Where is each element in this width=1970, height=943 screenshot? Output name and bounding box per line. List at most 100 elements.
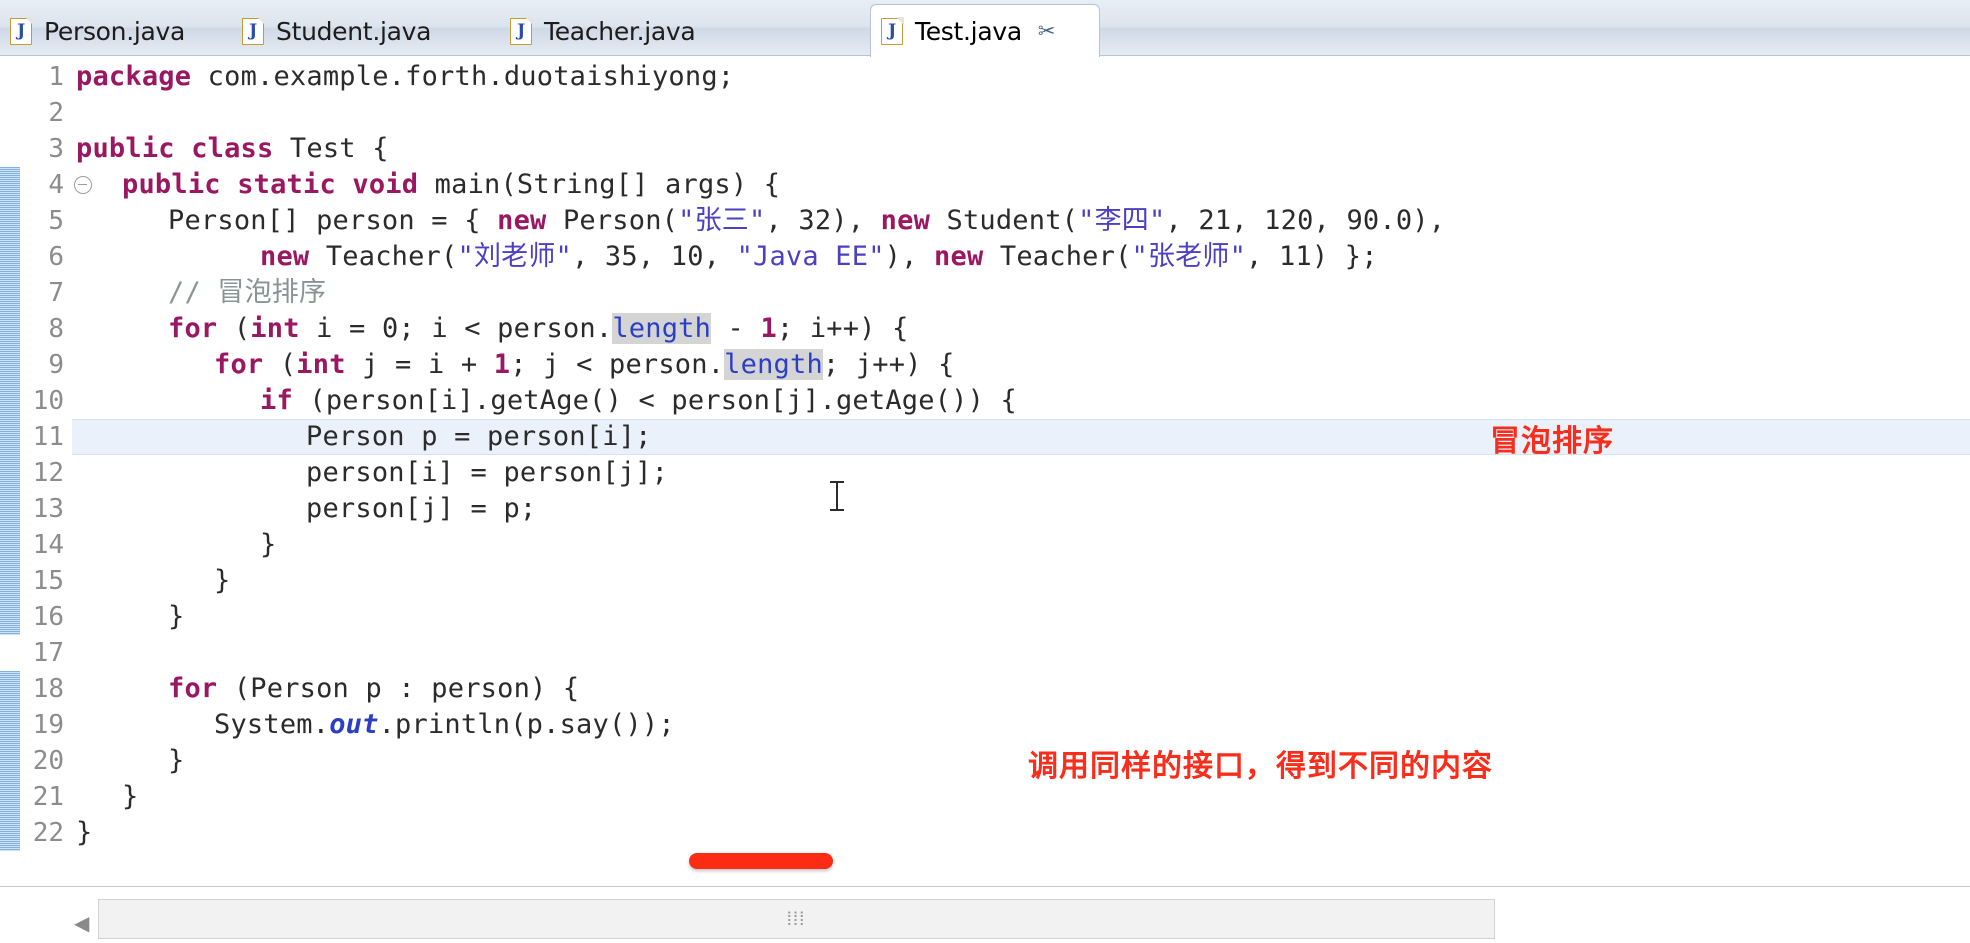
close-icon[interactable]: ✂	[1038, 19, 1056, 43]
java-file-icon: J	[881, 16, 904, 45]
code-line[interactable]: for (Person p : person) {	[168, 671, 579, 707]
code-token: i = 0; i < person.	[316, 313, 613, 344]
code-editor[interactable]: 1 2 3 4 5 6 7 8 9 10 11 12 13 14 15 16 17 18 19 20 21 22 pack…	[0, 56, 1970, 886]
editor-bottom-bar: ◀ ⦙⦙⦙	[0, 886, 1970, 943]
code-line[interactable]: Person[] person = { new Person("张三", 32)…	[168, 203, 1445, 239]
code-fold-collapse-icon[interactable]	[74, 176, 92, 194]
line-number: 19	[32, 710, 64, 740]
code-token: }	[76, 817, 93, 848]
editor-tab-student-java[interactable]: J Student.java	[232, 6, 472, 56]
editor-tab-person-java[interactable]: J Person.java	[0, 6, 230, 56]
java-file-icon: J	[242, 16, 265, 45]
line-number: 20	[32, 746, 64, 776]
line-number: 16	[32, 602, 64, 632]
code-token: -	[711, 313, 761, 344]
code-token: System.	[214, 709, 330, 740]
code-token: ; i++) {	[776, 313, 909, 344]
editor-tab-label: Teacher.java	[544, 16, 696, 46]
code-line[interactable]: for (int j = i + 1; j < person.length; j…	[214, 347, 955, 383]
code-token: }	[122, 781, 139, 812]
editor-tab-teacher-java[interactable]: J Teacher.java	[500, 6, 745, 56]
code-token: int	[250, 313, 317, 344]
line-number: 6	[48, 242, 64, 272]
code-token: com.example.forth.duotaishiyong;	[207, 61, 735, 92]
scroll-left-arrow-icon[interactable]: ◀	[74, 911, 89, 935]
code-token: Person p = person[i];	[306, 421, 652, 452]
line-number: 3	[48, 134, 64, 164]
red-underline-highlight	[689, 853, 833, 869]
code-line[interactable]: }	[168, 599, 184, 635]
code-text-area[interactable]: package com.example.forth.duotaishiyong;…	[72, 56, 1970, 886]
code-token: length	[612, 313, 712, 344]
code-line[interactable]: new Teacher("刘老师", 35, 10, "Java EE"), n…	[260, 239, 1378, 275]
code-line[interactable]: package com.example.forth.duotaishiyong;	[76, 59, 734, 95]
code-token: new	[934, 241, 1000, 272]
code-token: }	[168, 601, 185, 632]
code-token: if	[260, 385, 310, 416]
code-token: "刘老师"	[457, 241, 572, 272]
code-token: length	[724, 349, 823, 380]
code-token: 1	[493, 349, 511, 380]
code-token: , 21, 120, 90.0),	[1165, 205, 1446, 236]
code-token: Test {	[289, 133, 389, 164]
line-number: 12	[32, 458, 64, 488]
line-number: 18	[32, 674, 64, 704]
code-token: Student(	[946, 205, 1079, 236]
scrollbar-grip-icon[interactable]: ⦙⦙⦙	[787, 908, 806, 930]
scope-marker-1	[0, 167, 20, 635]
code-token: Person(	[562, 205, 679, 236]
scope-marker-2	[0, 671, 20, 851]
code-line[interactable]: public class Test {	[76, 131, 389, 167]
line-number: 15	[32, 566, 64, 596]
code-token: Person[] person = {	[168, 205, 498, 236]
line-number: 9	[48, 350, 64, 380]
code-line[interactable]: // 冒泡排序	[168, 275, 326, 311]
code-token: (Person p : person) {	[233, 673, 580, 704]
code-token: for	[168, 313, 234, 344]
code-token: , 35, 10,	[572, 241, 737, 272]
code-line[interactable]: public static void main(String[] args) {	[122, 167, 780, 203]
java-file-icon: J	[10, 16, 33, 45]
code-line[interactable]: System.out.println(p.say());	[214, 707, 675, 743]
java-file-icon-letter: J	[517, 20, 525, 41]
code-line[interactable]: if (person[i].getAge() < person[j].getAg…	[260, 383, 1017, 419]
code-line[interactable]: }	[214, 563, 230, 599]
code-token: new	[497, 205, 563, 236]
code-token: person[i] = person[j];	[306, 457, 669, 488]
code-line[interactable]: }	[260, 527, 276, 563]
code-token: , 11) };	[1246, 241, 1378, 272]
editor-tab-test-java[interactable]: J Test.java ✂	[870, 4, 1100, 57]
red-annotation-text-1: 冒泡排序	[1490, 424, 1614, 459]
code-token: }	[214, 565, 231, 596]
code-line[interactable]: person[j] = p;	[306, 491, 536, 527]
text-cursor-ibeam	[830, 481, 844, 511]
code-token: person[j] = p;	[306, 493, 537, 524]
line-number: 21	[32, 782, 64, 812]
code-line[interactable]: Person p = person[i];	[306, 419, 652, 455]
horizontal-scrollbar[interactable]: ⦙⦙⦙	[98, 899, 1495, 939]
code-token: main(String[] args) {	[434, 169, 781, 200]
editor-tab-label: Person.java	[44, 16, 186, 46]
editor-tab-label: Student.java	[276, 16, 432, 46]
code-line[interactable]: }	[168, 743, 184, 779]
code-token: (	[279, 349, 297, 380]
code-line[interactable]: }	[122, 779, 138, 815]
code-token: new	[880, 205, 947, 236]
code-line[interactable]: person[i] = person[j];	[306, 455, 668, 491]
code-token: int	[296, 349, 363, 380]
red-annotation-text-2: 调用同样的接口，得到不同的内容	[1028, 749, 1493, 784]
java-file-icon: J	[510, 16, 533, 45]
code-token: Teacher(	[325, 241, 458, 272]
code-line[interactable]: }	[76, 815, 92, 851]
java-file-icon-letter: J	[249, 20, 257, 41]
line-number: 22	[32, 818, 64, 848]
line-number: 8	[48, 314, 64, 344]
code-token: ),	[884, 241, 935, 272]
line-number: 2	[48, 98, 64, 128]
code-line[interactable]: for (int i = 0; i < person.length - 1; i…	[168, 311, 909, 347]
code-token: j = i +	[362, 349, 494, 380]
code-token: ; j++) {	[822, 349, 955, 380]
code-token: package	[76, 61, 208, 92]
line-number: 5	[48, 206, 64, 236]
code-token: new	[260, 241, 326, 272]
